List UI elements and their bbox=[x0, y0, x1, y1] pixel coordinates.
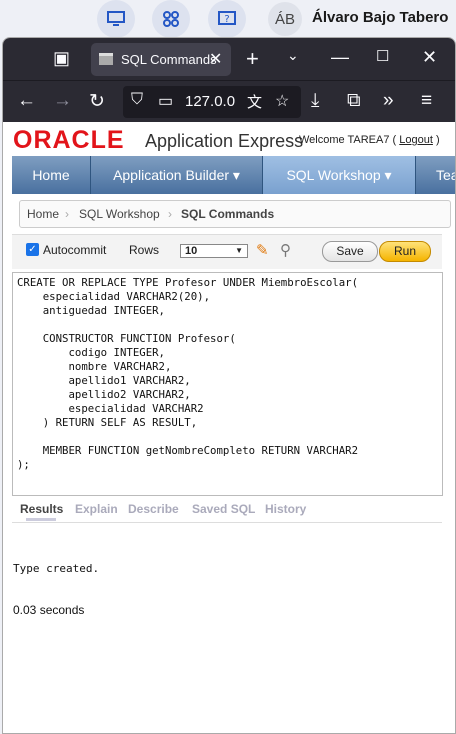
page-content: ORACLE Application Express Welcome TAREA… bbox=[3, 122, 455, 733]
active-tab-indicator bbox=[26, 518, 56, 521]
oracle-logo: ORACLE bbox=[13, 126, 125, 154]
run-button[interactable]: Run bbox=[379, 241, 431, 262]
sql-code[interactable]: CREATE OR REPLACE TYPE Profesor UNDER Mi… bbox=[13, 273, 442, 475]
back-icon[interactable]: ← bbox=[17, 90, 36, 112]
welcome-area: Welcome TAREA7 ( Logout ) bbox=[299, 134, 440, 146]
avatar[interactable]: ÁB bbox=[268, 2, 302, 36]
menu-icon[interactable]: ≡ bbox=[421, 90, 432, 112]
browser-titlebar: ▣ SQL Commands ✕ + ⌄ — ☐ ✕ bbox=[3, 38, 455, 80]
tab-sql-workshop[interactable]: SQL Workshop ▾ bbox=[263, 156, 416, 194]
breadcrumb-sql-workshop[interactable]: SQL Workshop bbox=[79, 207, 160, 221]
tab-explain[interactable]: Explain bbox=[75, 502, 118, 516]
help-chat-icon[interactable]: ? bbox=[207, 0, 247, 38]
new-tab-button[interactable]: + bbox=[246, 46, 259, 72]
rows-select[interactable]: 10 ▼ bbox=[180, 244, 248, 258]
os-top-bar: ? ÁB Álvaro Bajo Tabero bbox=[0, 0, 456, 38]
maximize-icon[interactable]: ☐ bbox=[376, 47, 389, 65]
breadcrumb: Home › SQL Workshop › SQL Commands bbox=[19, 200, 451, 228]
breadcrumb-home[interactable]: Home bbox=[27, 207, 59, 221]
extensions-icon[interactable]: ⧉ bbox=[347, 90, 361, 112]
page-info-icon[interactable]: ▭ bbox=[158, 91, 173, 111]
svg-text:?: ? bbox=[224, 14, 229, 25]
product-title: Application Express bbox=[145, 131, 304, 151]
forward-icon[interactable]: → bbox=[53, 90, 72, 112]
tab-team[interactable]: Tea bbox=[416, 156, 455, 194]
shield-icon[interactable]: ⛉ bbox=[131, 91, 143, 109]
rows-value: 10 bbox=[185, 245, 198, 257]
browser-window: ▣ SQL Commands ✕ + ⌄ — ☐ ✕ ← → ↻ ⛉ ▭ 127… bbox=[2, 37, 456, 734]
user-name: Álvaro Bajo Tabero bbox=[312, 9, 449, 26]
minimize-icon[interactable]: — bbox=[331, 47, 349, 68]
tab-saved-sql[interactable]: Saved SQL bbox=[192, 502, 255, 516]
tab-results[interactable]: Results bbox=[20, 502, 63, 516]
tab-describe[interactable]: Describe bbox=[128, 502, 179, 516]
monitor-icon[interactable] bbox=[96, 0, 136, 38]
overflow-chevron-icon[interactable]: » bbox=[383, 90, 394, 112]
breadcrumb-current: SQL Commands bbox=[181, 207, 275, 221]
tab-history[interactable]: History bbox=[265, 502, 306, 516]
tab-application-builder[interactable]: Application Builder ▾ bbox=[91, 156, 263, 194]
apps-grid-icon[interactable] bbox=[151, 0, 191, 38]
browser-navbar: ← → ↻ ⛉ ▭ 127.0.0.1 文 ☆ ⤓ ⧉ » ≡ bbox=[3, 80, 455, 123]
page-favicon-icon bbox=[99, 53, 113, 65]
autocommit-label: Autocommit bbox=[43, 243, 107, 257]
find-tables-icon[interactable]: ⚲ bbox=[280, 241, 291, 259]
tab-home[interactable]: Home bbox=[12, 156, 91, 194]
save-button[interactable]: Save bbox=[322, 241, 378, 262]
bookmark-star-icon[interactable]: ☆ bbox=[275, 91, 289, 111]
clear-eraser-icon[interactable]: ✎ bbox=[256, 241, 269, 259]
result-tabs: Results Explain Describe Saved SQL Histo… bbox=[12, 498, 442, 523]
chevron-down-icon[interactable]: ⌄ bbox=[287, 47, 299, 64]
main-tabs: Home Application Builder ▾ SQL Workshop … bbox=[12, 156, 455, 194]
sql-toolbar: ✓ Autocommit Rows 10 ▼ ✎ ⚲ Save Run bbox=[12, 234, 442, 269]
elapsed-time: 0.03 seconds bbox=[13, 603, 85, 617]
url-text[interactable]: 127.0.0.1 bbox=[185, 93, 235, 110]
breadcrumb-separator-icon: › bbox=[65, 207, 69, 221]
translate-icon[interactable]: 文 bbox=[247, 91, 262, 112]
welcome-text: Welcome TAREA7 bbox=[299, 134, 390, 146]
browser-tab[interactable]: SQL Commands ✕ bbox=[91, 43, 231, 76]
download-icon[interactable]: ⤓ bbox=[311, 90, 319, 112]
address-bar[interactable]: ⛉ ▭ 127.0.0.1 文 ☆ bbox=[123, 86, 301, 118]
tab-title: SQL Commands bbox=[121, 52, 217, 67]
breadcrumb-separator-icon: › bbox=[168, 207, 172, 221]
logout-link[interactable]: Logout bbox=[399, 134, 433, 146]
result-message: Type created. bbox=[13, 562, 100, 575]
close-tab-icon[interactable]: ✕ bbox=[209, 49, 222, 69]
chevron-down-icon: ▼ bbox=[235, 246, 243, 255]
rows-label: Rows bbox=[129, 243, 160, 257]
close-window-icon[interactable]: ✕ bbox=[422, 47, 437, 68]
reload-icon[interactable]: ↻ bbox=[89, 90, 105, 113]
autocommit-checkbox[interactable]: ✓ bbox=[26, 243, 39, 256]
sql-editor[interactable]: CREATE OR REPLACE TYPE Profesor UNDER Mi… bbox=[12, 272, 443, 496]
tab-list-icon[interactable]: ▣ bbox=[53, 48, 70, 69]
